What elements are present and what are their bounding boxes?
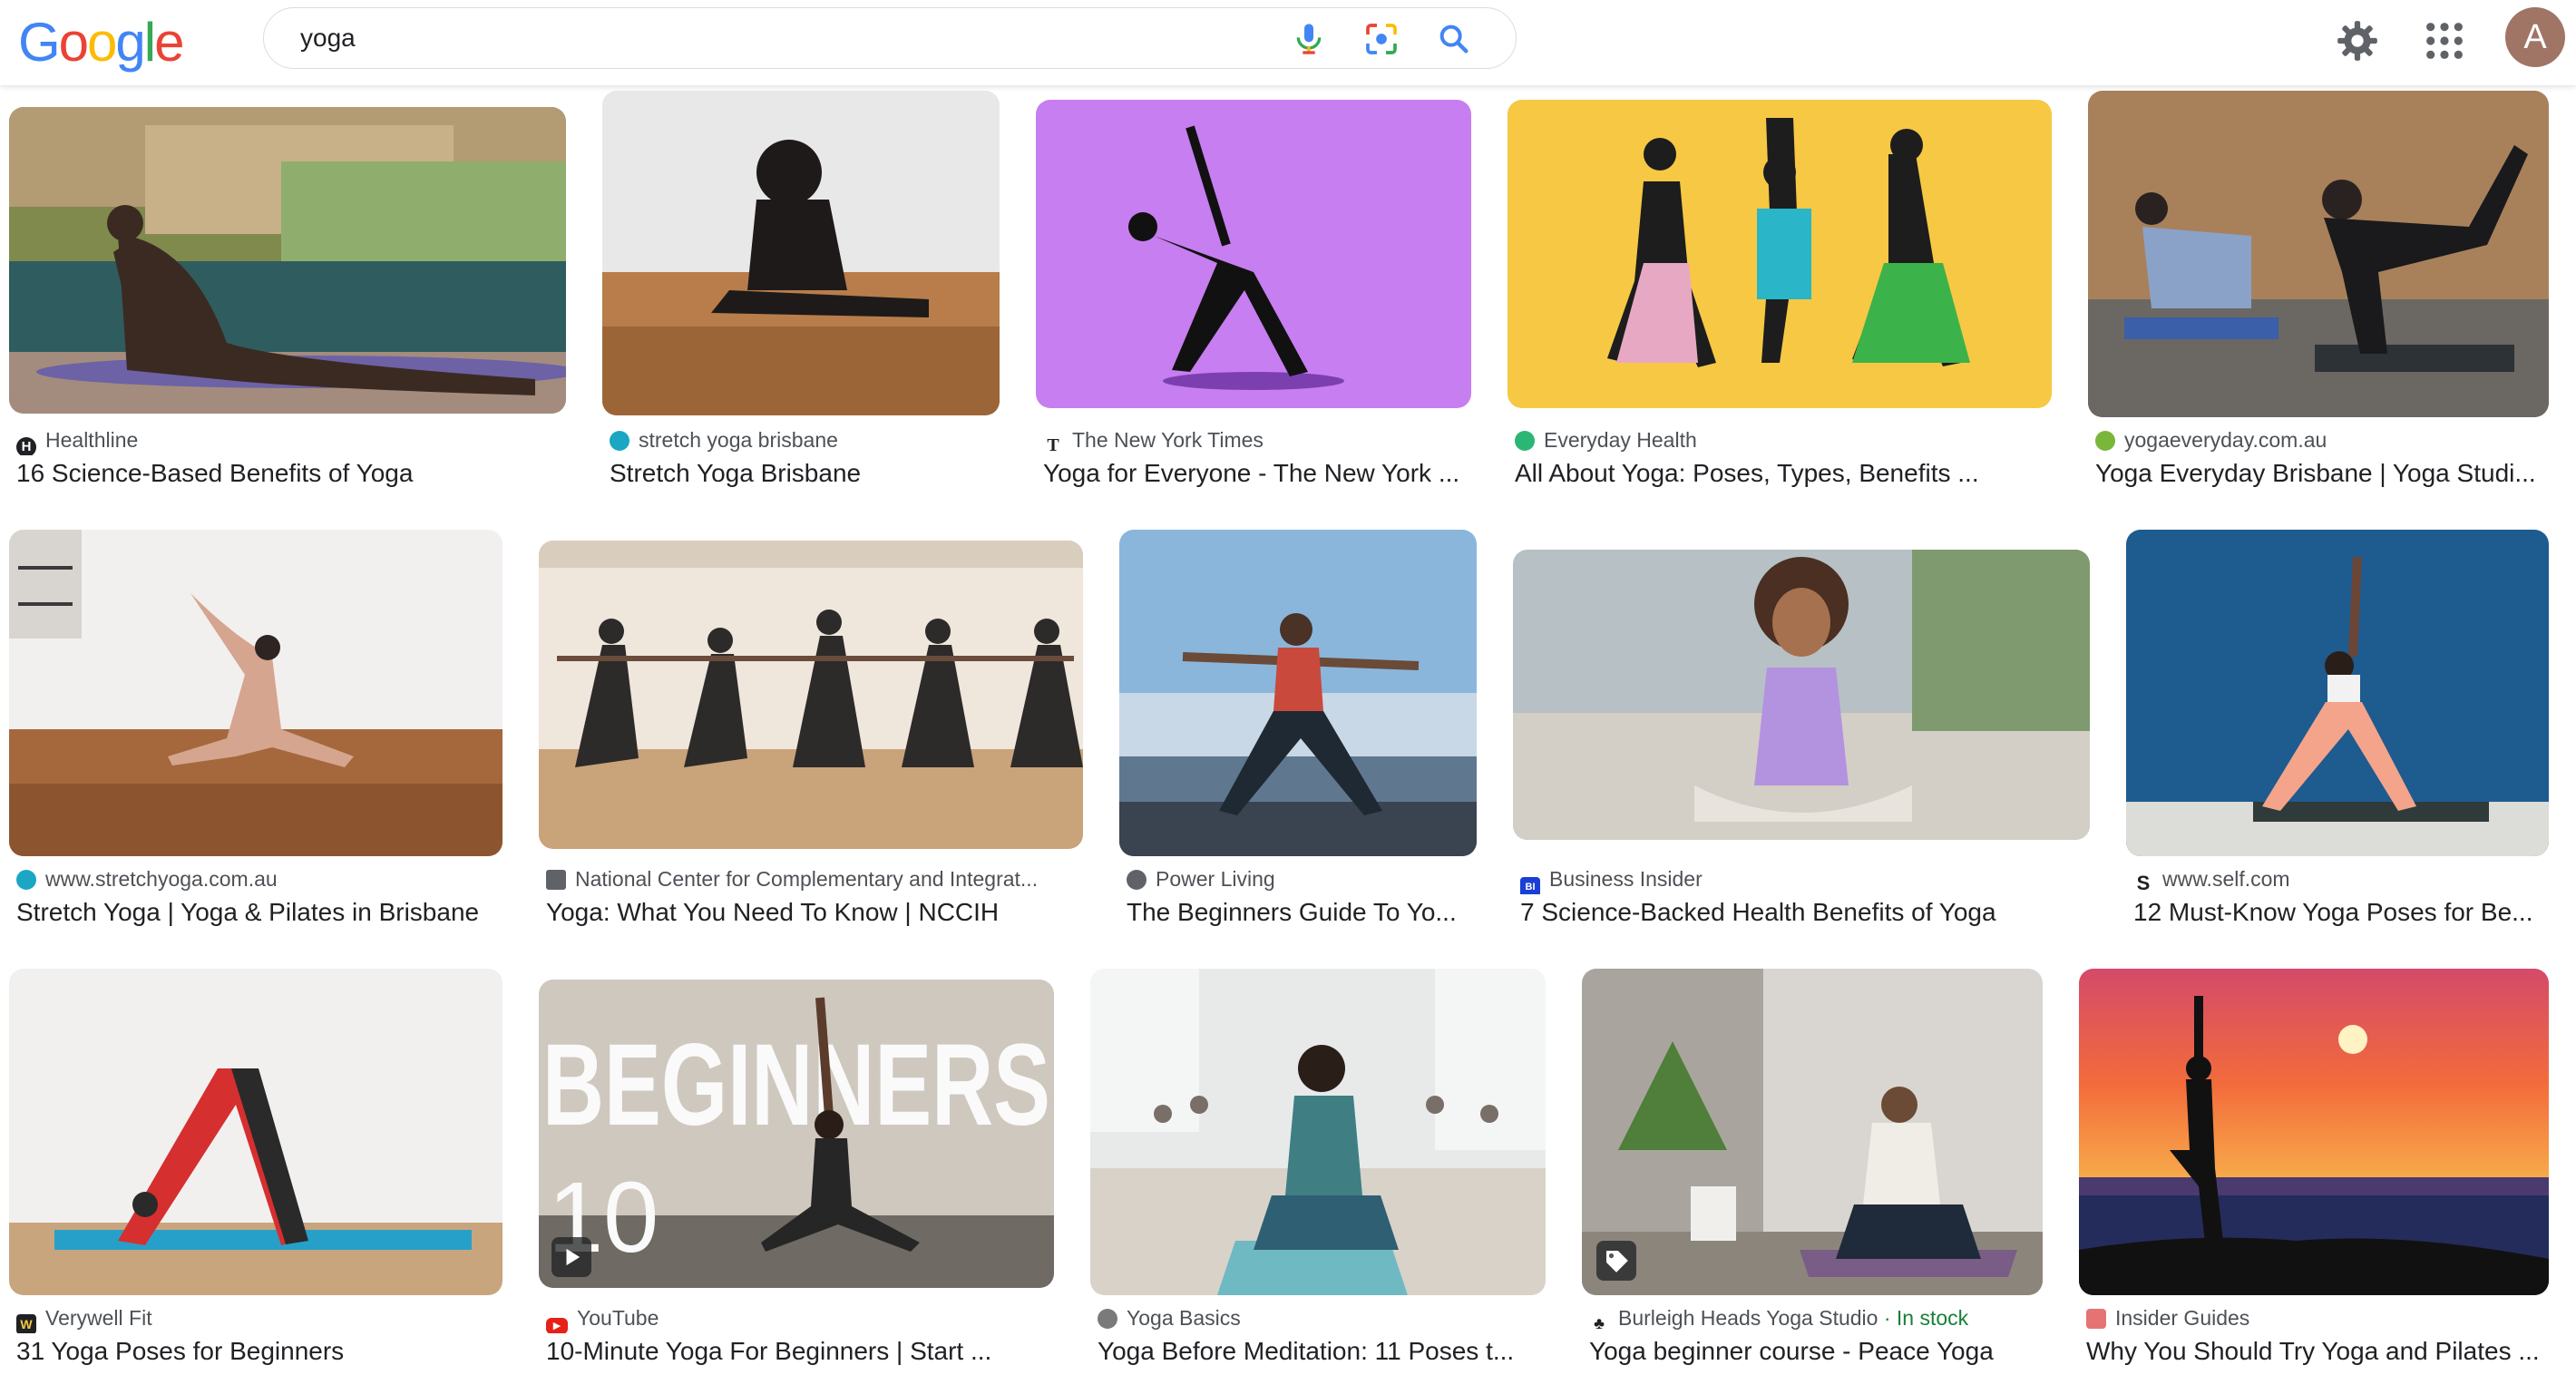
result-source: ♣ Burleigh Heads Yoga Studio · In stock (1589, 1306, 2043, 1333)
result-title[interactable]: 31 Yoga Poses for Beginners (16, 1337, 503, 1370)
image-result-card[interactable]: www.stretchyoga.com.au Stretch Yoga | Yo… (9, 530, 503, 938)
result-title[interactable]: Yoga Everyday Brisbane | Yoga Studi... (2095, 459, 2549, 492)
result-thumbnail[interactable] (9, 969, 503, 1295)
result-title[interactable]: The Beginners Guide To Yo... (1127, 898, 1477, 931)
google-logo[interactable]: Google (18, 13, 185, 73)
result-title[interactable]: 12 Must-Know Yoga Poses for Be... (2133, 898, 2549, 931)
result-thumbnail[interactable] (2088, 91, 2549, 417)
image-result-card[interactable]: Everyday Health All About Yoga: Poses, T… (1508, 91, 2052, 499)
result-title[interactable]: Why You Should Try Yoga and Pilates ... (2086, 1337, 2549, 1370)
result-title[interactable]: Yoga beginner course - Peace Yoga (1589, 1337, 2043, 1370)
result-source: Yoga Basics (1098, 1306, 1546, 1333)
youtube-favicon-icon: ▶ (546, 1318, 568, 1333)
result-source: BI Business Insider (1520, 867, 2090, 894)
result-source: Swww.self.com (2133, 867, 2549, 894)
image-result-card[interactable]: Insider Guides Why You Should Try Yoga a… (2079, 969, 2549, 1375)
business-insider-favicon-icon: BI (1520, 877, 1540, 894)
microphone-icon[interactable] (1291, 21, 1327, 57)
result-thumbnail[interactable] (2126, 530, 2549, 856)
everyday-health-favicon-icon (1515, 431, 1535, 451)
result-title[interactable]: Yoga Before Meditation: 11 Poses t... (1098, 1337, 1546, 1370)
result-source: Power Living (1127, 867, 1477, 894)
result-thumbnail[interactable] (1582, 969, 2043, 1295)
verywell-fit-favicon-icon: W (16, 1314, 36, 1333)
result-source: stretch yoga brisbane (610, 428, 1000, 455)
settings-gear-icon[interactable] (2335, 18, 2380, 63)
nyt-favicon-icon: T (1043, 435, 1063, 455)
image-result-card[interactable]: BI Business Insider 7 Science-Backed Heal… (1513, 530, 2090, 938)
image-result-card[interactable]: BEGINNERS 10 ▶ YouTube 10-Minute Yoga For… (539, 969, 1054, 1375)
nccih-favicon-icon (546, 870, 566, 890)
video-play-badge (551, 1237, 591, 1277)
burleigh-heads-favicon-icon: ♣ (1589, 1313, 1609, 1333)
yoga-everyday-favicon-icon (2095, 431, 2115, 451)
image-result-card[interactable]: H Healthline 16 Science-Based Benefits of… (9, 91, 566, 499)
price-tag-icon (1606, 1251, 1628, 1273)
result-title[interactable]: Yoga for Everyone - The New York ... (1043, 459, 1471, 492)
top-bar: Google yoga A (0, 0, 2576, 85)
result-thumbnail[interactable] (1508, 100, 2052, 408)
result-thumbnail[interactable]: BEGINNERS 10 (539, 980, 1054, 1288)
insider-guides-favicon-icon (2086, 1309, 2106, 1329)
self-favicon-icon: S (2133, 873, 2153, 893)
account-avatar[interactable]: A (2505, 7, 2565, 67)
yoga-basics-favicon-icon (1098, 1309, 1117, 1329)
in-stock-label: · In stock (1878, 1306, 1969, 1330)
result-thumbnail[interactable] (9, 107, 566, 414)
result-title[interactable]: 16 Science-Based Benefits of Yoga (16, 459, 566, 492)
image-result-card[interactable]: National Center for Complementary and In… (539, 530, 1083, 938)
result-thumbnail[interactable] (1119, 530, 1477, 856)
search-icon[interactable] (1436, 21, 1472, 57)
result-thumbnail[interactable] (1513, 550, 2090, 840)
result-title[interactable]: All About Yoga: Poses, Types, Benefits .… (1515, 459, 2052, 492)
search-box (263, 7, 1517, 69)
image-result-card[interactable]: Power Living The Beginners Guide To Yo..… (1119, 530, 1477, 938)
image-result-card[interactable]: yogaeveryday.com.au Yoga Everyday Brisba… (2088, 91, 2549, 499)
result-source: Everyday Health (1515, 428, 2052, 455)
image-result-card[interactable]: ♣ Burleigh Heads Yoga Studio · In stock Y… (1582, 969, 2043, 1375)
result-thumbnail[interactable] (539, 541, 1083, 849)
image-result-card[interactable]: W Verywell Fit 31 Yoga Poses for Beginner… (9, 969, 503, 1375)
google-lens-icon[interactable] (1363, 21, 1400, 57)
result-source: ▶ YouTube (546, 1306, 1054, 1333)
result-title[interactable]: Stretch Yoga Brisbane (610, 459, 1000, 492)
result-thumbnail[interactable] (602, 91, 1000, 415)
result-source: T The New York Times (1043, 428, 1471, 455)
result-title[interactable]: 7 Science-Backed Health Benefits of Yoga (1520, 898, 2090, 931)
result-source: Insider Guides (2086, 1306, 2549, 1333)
result-title[interactable]: Stretch Yoga | Yoga & Pilates in Brisban… (16, 898, 503, 931)
result-thumbnail[interactable] (9, 530, 503, 856)
image-result-card[interactable]: stretch yoga brisbane Stretch Yoga Brisb… (602, 91, 1000, 499)
thumbnail-text-beginners: BEGINNERS (542, 1020, 1050, 1150)
stretch-yoga-favicon-icon (16, 870, 36, 890)
play-icon (566, 1248, 581, 1266)
result-thumbnail[interactable] (2079, 969, 2549, 1295)
power-living-favicon-icon (1127, 870, 1147, 890)
result-source: www.stretchyoga.com.au (16, 867, 503, 894)
healthline-favicon-icon: H (16, 437, 36, 455)
google-apps-grid-icon[interactable] (2424, 20, 2465, 62)
result-source: H Healthline (16, 428, 566, 455)
image-result-card[interactable]: Swww.self.com 12 Must-Know Yoga Poses fo… (2126, 530, 2549, 938)
result-title[interactable]: Yoga: What You Need To Know | NCCIH (546, 898, 1083, 931)
result-thumbnail[interactable] (1036, 100, 1471, 408)
result-source: National Center for Complementary and In… (546, 867, 1083, 894)
result-thumbnail[interactable] (1090, 969, 1546, 1295)
product-tag-badge (1596, 1241, 1636, 1281)
image-result-card[interactable]: T The New York Times Yoga for Everyone - … (1036, 91, 1471, 499)
search-input[interactable] (300, 19, 1207, 57)
result-title[interactable]: 10-Minute Yoga For Beginners | Start ... (546, 1337, 1054, 1370)
stretch-yoga-favicon-icon (610, 431, 629, 451)
result-source: W Verywell Fit (16, 1306, 503, 1333)
image-result-card[interactable]: Yoga Basics Yoga Before Meditation: 11 P… (1090, 969, 1546, 1375)
result-source: yogaeveryday.com.au (2095, 428, 2549, 455)
